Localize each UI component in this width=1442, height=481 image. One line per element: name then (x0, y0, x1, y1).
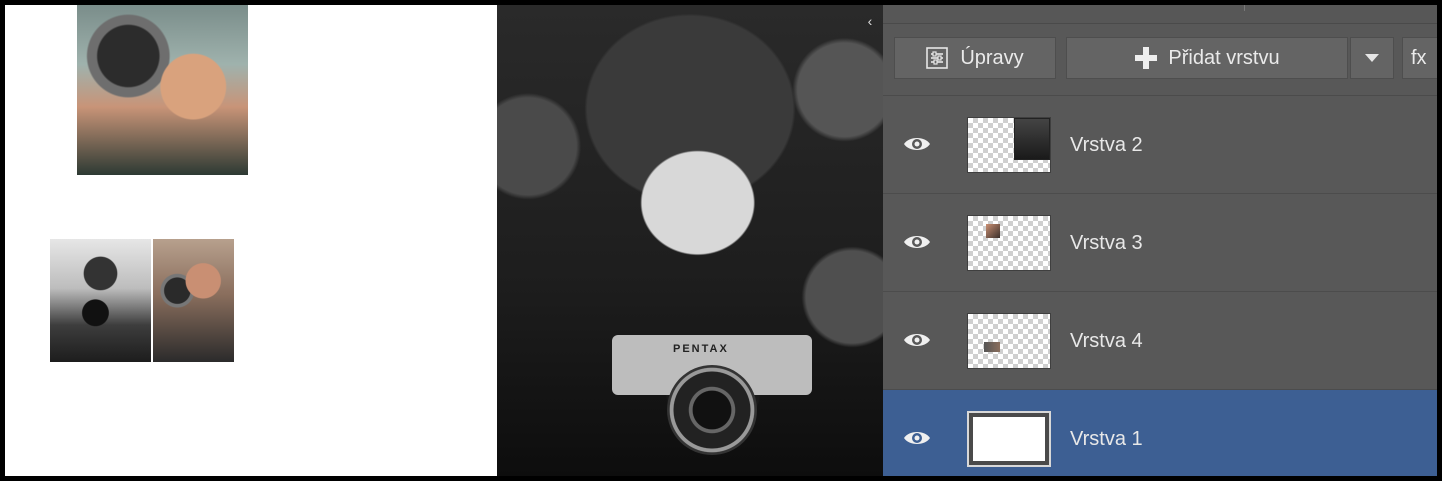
thumbnail-photo (984, 342, 1000, 352)
layer-name: Vrstva 2 (1070, 134, 1143, 156)
add-layer-dropdown-button[interactable] (1350, 37, 1394, 79)
camera-lens (667, 365, 757, 455)
color-photo-thumbnail[interactable] (153, 239, 234, 362)
thumbnail-photo (986, 224, 1000, 238)
grayscale-portrait-photo[interactable]: PENTAX (497, 5, 883, 476)
layers-list: Vrstva 2 Vrstva 3 Vrstva 4 Vrstva 1 (883, 96, 1437, 476)
bw-photo-thumbnail[interactable] (50, 239, 151, 362)
adjustments-button[interactable]: Úpravy (894, 37, 1056, 79)
adjustments-button-label: Úpravy (960, 46, 1024, 69)
eye-icon[interactable] (902, 427, 932, 449)
chevron-down-icon (1365, 54, 1379, 62)
color-photo-camera[interactable] (77, 5, 248, 175)
eye-icon[interactable] (902, 231, 932, 253)
layer-row[interactable]: Vrstva 4 (883, 292, 1437, 390)
eye-icon[interactable] (902, 329, 932, 351)
eye-icon[interactable] (902, 133, 932, 155)
document-canvas[interactable] (5, 5, 497, 476)
layer-row[interactable]: Vrstva 2 (883, 96, 1437, 194)
layers-panel: Úpravy Přidat vrstvu fx Vrstva 2 Vrstva … (883, 5, 1437, 476)
layer-name: Vrstva 1 (1070, 428, 1143, 450)
camera-brand-text: PENTAX (673, 343, 729, 355)
adjustments-icon (926, 47, 949, 69)
chevron-left-icon[interactable]: ‹ (863, 11, 877, 31)
layer-name: Vrstva 4 (1070, 330, 1143, 352)
layer-thumbnail[interactable] (967, 215, 1051, 271)
fx-button-label: fx (1411, 46, 1427, 69)
plus-icon (1134, 46, 1158, 70)
layers-toolbar: Úpravy Přidat vrstvu fx (883, 25, 1437, 96)
divider (1244, 5, 1245, 11)
thumbnail-photo (1014, 118, 1050, 160)
fx-button[interactable]: fx (1402, 37, 1437, 79)
layer-thumbnail[interactable] (967, 313, 1051, 369)
layer-name: Vrstva 3 (1070, 232, 1143, 254)
layer-row[interactable]: Vrstva 3 (883, 194, 1437, 292)
panel-top-strip (883, 5, 1437, 24)
layer-row-selected[interactable]: Vrstva 1 (883, 390, 1437, 476)
add-layer-button[interactable]: Přidat vrstvu (1066, 37, 1348, 79)
add-layer-button-label: Přidat vrstvu (1168, 46, 1280, 69)
app-frame: PENTAX ‹ Úpravy Přidat vrstvu fx Vrstva … (5, 5, 1437, 476)
layer-thumbnail[interactable] (967, 117, 1051, 173)
layer-thumbnail[interactable] (967, 411, 1051, 467)
